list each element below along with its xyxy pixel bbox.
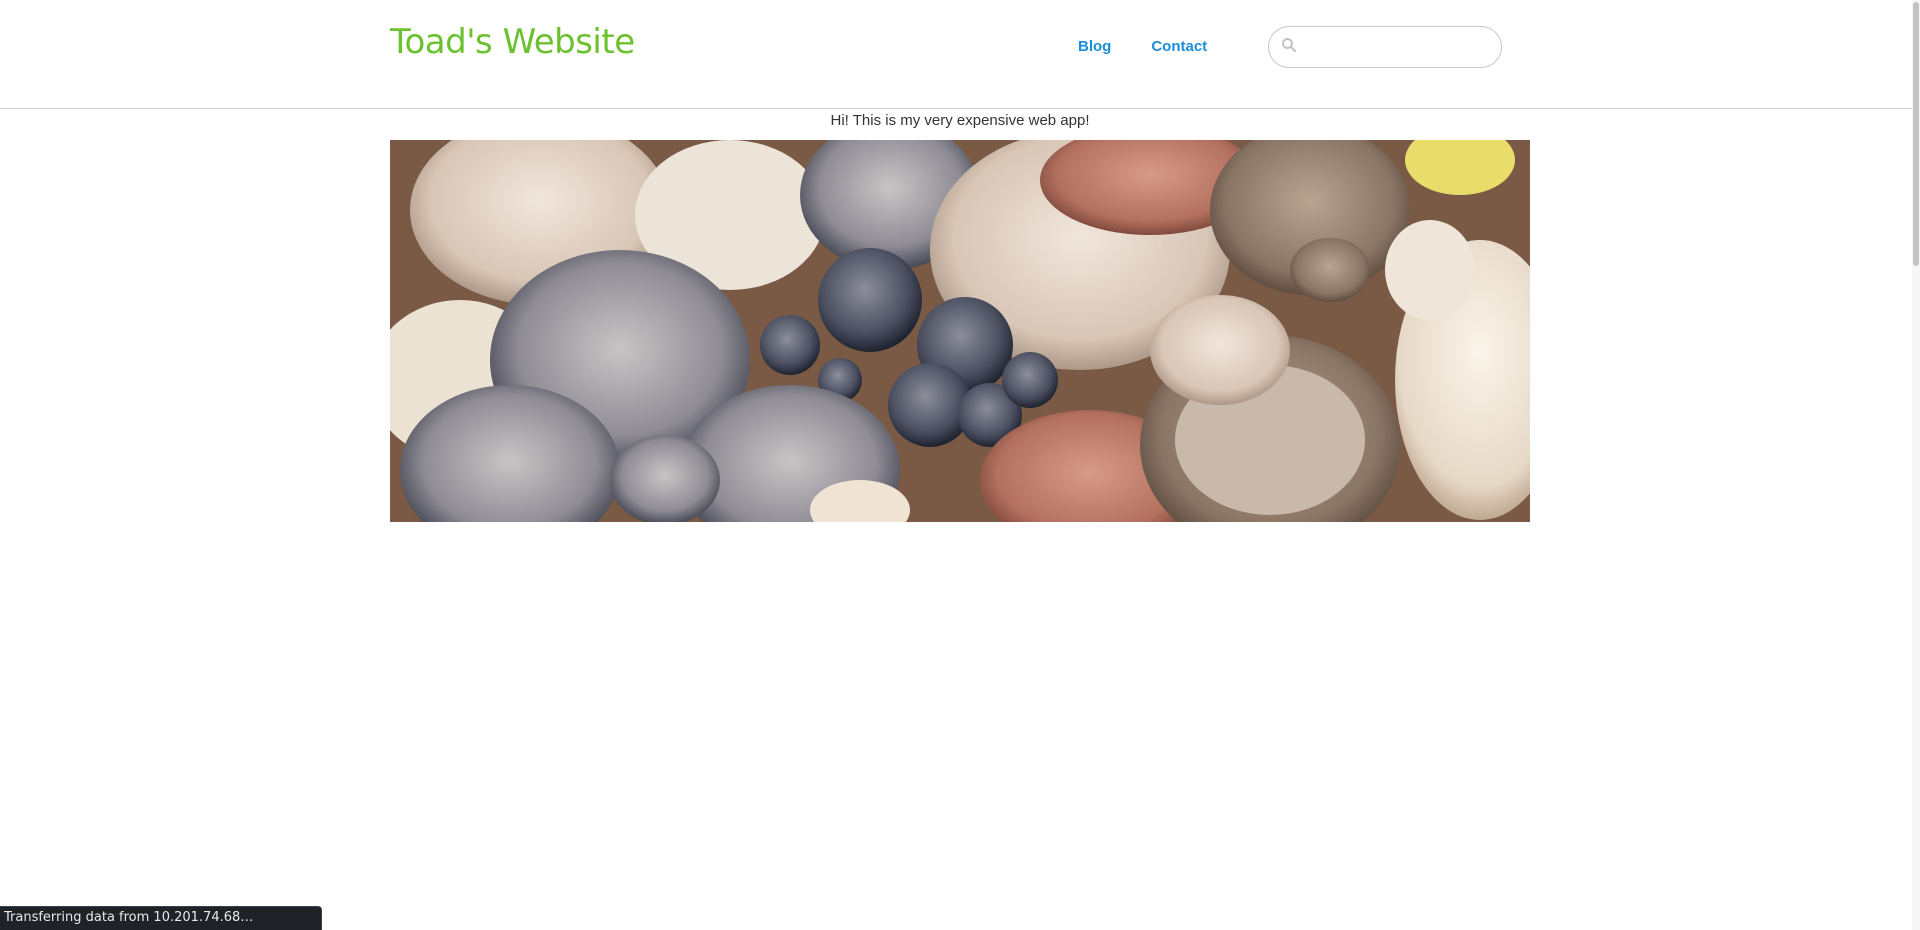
scrollbar-thumb[interactable]	[1913, 2, 1919, 266]
search-icon	[1282, 38, 1297, 53]
site-header: Toad's Website Blog Contact	[0, 0, 1920, 109]
page-scrollbar[interactable]	[1912, 0, 1920, 930]
hero-image	[390, 140, 1530, 522]
search-box[interactable]	[1268, 26, 1502, 68]
site-title[interactable]: Toad's Website	[390, 22, 635, 62]
nav-contact-link[interactable]: Contact	[1151, 38, 1207, 55]
main-nav: Blog Contact	[1078, 38, 1207, 55]
browser-status-bar: Transferring data from 10.201.74.68…	[0, 906, 322, 930]
mushrooms-photo	[390, 140, 1530, 522]
search-input[interactable]	[1303, 33, 1495, 63]
page-tagline: Hi! This is my very expensive web app!	[830, 112, 1090, 129]
nav-blog-link[interactable]: Blog	[1078, 38, 1111, 55]
